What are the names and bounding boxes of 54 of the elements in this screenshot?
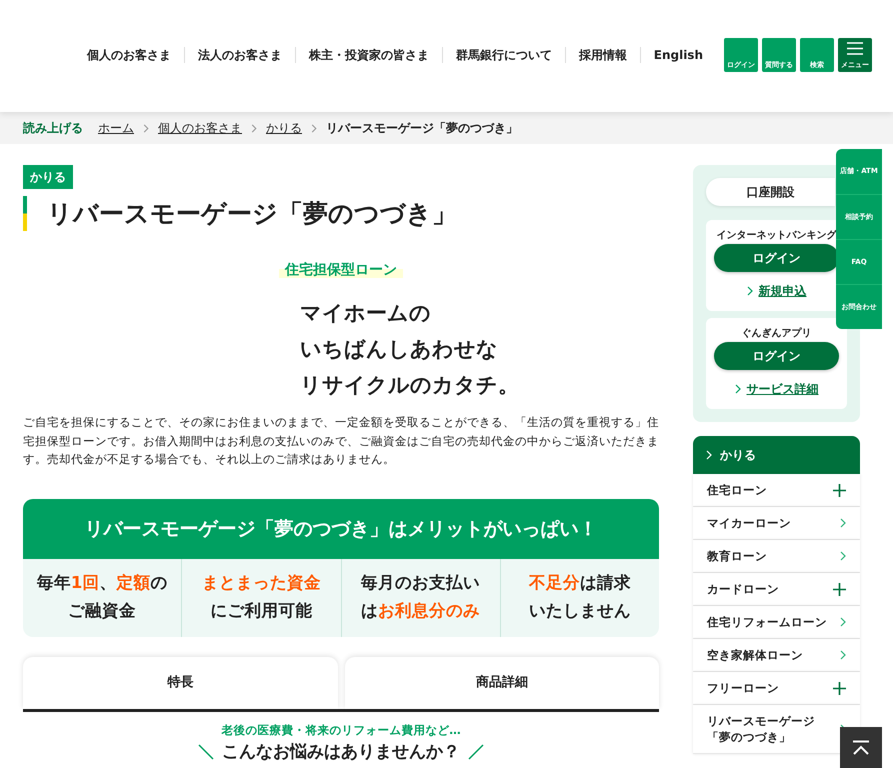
- chevron-icon: [734, 384, 740, 394]
- menu-item[interactable]: リバースモーゲージ「夢のつづき」: [693, 705, 860, 754]
- catchphrase-line: いちばんしあわせな: [300, 336, 499, 363]
- service-title: インターネットバンキング: [716, 229, 838, 243]
- nav-link[interactable]: 群馬銀行について: [442, 47, 565, 63]
- service-link[interactable]: 新規申込: [746, 282, 806, 300]
- category-badge: かりる: [23, 165, 73, 189]
- merit-text: 毎月のお支払い はお利息分のみ: [340, 558, 500, 636]
- merit-text: 不足分は請求 いたしません: [500, 558, 659, 636]
- nav-link[interactable]: 株主・投資家の皆さま: [294, 47, 442, 63]
- menu-item[interactable]: 住宅リフォームローン: [693, 606, 860, 639]
- tab[interactable]: 商品詳細: [344, 656, 659, 708]
- service-title: ぐんぎんアプリ: [740, 326, 812, 341]
- chevron-icon: [746, 286, 752, 296]
- tab[interactable]: 特長: [23, 656, 338, 708]
- menu-item[interactable]: フリーローン: [693, 672, 860, 705]
- menu-item[interactable]: マイカーローン: [693, 507, 860, 540]
- worries-heading: こんなお悩みはありませんか？: [222, 740, 460, 763]
- catchphrase-line: マイホームの: [300, 300, 432, 327]
- account-opening-button[interactable]: 口座開設: [706, 178, 835, 206]
- breadcrumb-current: リバースモーゲージ「夢のつづき」: [326, 120, 518, 137]
- merit-heading: リバースモーゲージ「夢のつづき」はメリットがいっぱい！: [23, 498, 659, 558]
- nav-link[interactable]: 個人のお客さま: [74, 47, 184, 63]
- login-button[interactable]: ログイン: [714, 244, 839, 272]
- menu-heading[interactable]: かりる: [693, 436, 860, 474]
- loan-type-label: 住宅担保型ローン: [279, 262, 403, 278]
- page-title: リバースモーゲージ「夢のつづき」: [23, 196, 659, 231]
- worries-lead: 老後の医療費・将来のリフォーム費用など…: [220, 722, 462, 738]
- catchphrase-line: リサイクルのカタチ。: [300, 372, 520, 399]
- merit-text: 毎年1回、定額の ご融資金: [36, 572, 168, 622]
- menu-item[interactable]: 空き家解体ローン: [693, 639, 860, 672]
- breadcrumb-link[interactable]: かりる: [266, 119, 302, 137]
- slash-icon: [198, 744, 214, 760]
- service-link[interactable]: サービス詳細: [734, 380, 818, 398]
- menu-item[interactable]: カードローン: [693, 573, 860, 606]
- nav-link[interactable]: English: [640, 47, 716, 63]
- login-button[interactable]: ログイン: [714, 342, 839, 370]
- nav-link[interactable]: 法人のお客さま: [184, 47, 295, 63]
- slash-icon: [468, 744, 484, 760]
- breadcrumb-separator-icon: [311, 124, 317, 132]
- description-text: ご自宅を担保にすることで、その家にお住まいのままで、一定金額を受取ることができる、「生活の質を重視する」住宅担保型ローンです。お借入期間中はお利息の支払いのみで、ご融資金はご自宅の売却代金の中からご返済いただきます。売却代金が不足する場合でも、それ以上のご請求はありません。: [23, 414, 659, 468]
- breadcrumb-separator-icon: [251, 124, 257, 132]
- breadcrumb-link[interactable]: 個人のお客さま: [158, 119, 242, 137]
- menu-icon: [847, 42, 863, 54]
- nav-link[interactable]: 採用情報: [564, 47, 640, 63]
- menu-item[interactable]: 教育ローン: [693, 540, 860, 573]
- breadcrumb-separator-icon: [143, 124, 149, 132]
- up-arrow-icon: [852, 740, 870, 756]
- merit-text: まとまった資金 にご利用可能: [181, 558, 340, 636]
- menu-item[interactable]: 住宅ローン: [693, 474, 860, 507]
- breadcrumb-link[interactable]: ホーム: [98, 119, 134, 137]
- read-aloud-link[interactable]: 読み上げる: [23, 119, 83, 137]
- back-to-top-button[interactable]: [840, 727, 882, 768]
- chevron-icon: [706, 450, 712, 460]
